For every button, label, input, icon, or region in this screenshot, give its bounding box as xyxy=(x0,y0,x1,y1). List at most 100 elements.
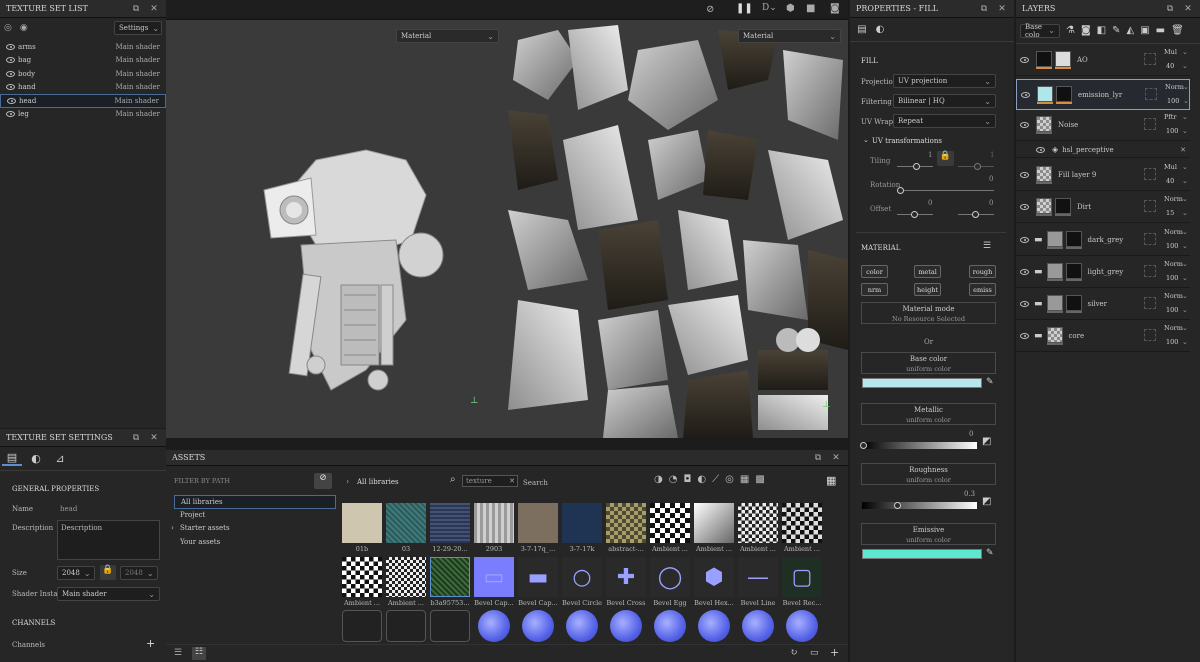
eye-icon[interactable] xyxy=(1020,57,1029,63)
chevron-down-icon[interactable]: ⌄ xyxy=(1182,48,1188,56)
eye-icon[interactable]: ◉ xyxy=(20,23,28,33)
filter-icon[interactable]: ◐ xyxy=(697,474,712,485)
texture-set-row[interactable]: body Main shader xyxy=(0,67,166,81)
layer-row[interactable]: emission_lyr Norm ⌄ 100 ⌄ xyxy=(1016,79,1190,110)
add-effect-icon[interactable]: ⚗ xyxy=(1066,25,1075,36)
eye-icon[interactable] xyxy=(1020,333,1029,339)
opacity-value[interactable]: 40 xyxy=(1166,62,1174,70)
material-channel-emiss-button[interactable]: emiss xyxy=(969,283,996,296)
asset-thumbnail[interactable]: Ambient ... xyxy=(650,503,690,553)
shader-tab-icon[interactable]: ◐ xyxy=(26,452,46,465)
uv-texture-map[interactable] xyxy=(508,20,848,438)
add-paint-layer-icon[interactable]: ✎ xyxy=(1112,25,1120,36)
layer-options-box[interactable] xyxy=(1144,53,1156,65)
asset-thumbnail[interactable] xyxy=(430,610,470,644)
shader-instance-dropdown[interactable]: Main shader xyxy=(57,587,160,601)
asset-thumbnail[interactable]: ○ Bevel Circle xyxy=(562,557,602,607)
brush-filter-icon[interactable]: ⟋ xyxy=(712,474,725,485)
close-icon[interactable]: ✕ xyxy=(830,453,842,463)
layer-row[interactable]: ▬ core Norm ⌄ 100 ⌄ xyxy=(1016,321,1190,352)
material-menu-icon[interactable]: ☰ xyxy=(983,241,991,251)
base-color-swatch[interactable] xyxy=(862,378,982,388)
asset-thumbnail[interactable]: 3-7-17k xyxy=(562,503,602,553)
environment-filter-icon[interactable]: ▩ xyxy=(755,474,770,485)
opacity-value[interactable]: 100 xyxy=(1166,338,1178,346)
eye-icon[interactable] xyxy=(1020,172,1029,178)
tiling-slider-2[interactable] xyxy=(958,163,994,170)
opacity-value[interactable]: 100 xyxy=(1167,97,1179,105)
eye-icon[interactable] xyxy=(1020,122,1029,128)
eye-icon[interactable] xyxy=(1020,204,1029,210)
eye-icon[interactable] xyxy=(1036,146,1045,153)
texture-set-row[interactable]: arms Main shader xyxy=(0,40,166,54)
assets-nav-item[interactable]: All libraries xyxy=(174,495,336,509)
asset-thumbnail[interactable]: 12-29-20... xyxy=(430,503,470,553)
size-dropdown-2[interactable]: 2048 xyxy=(120,566,158,580)
asset-thumbnail[interactable]: Ambient ... xyxy=(782,503,822,553)
rotation-slider[interactable] xyxy=(897,187,994,194)
material-channel-nrm-button[interactable]: nrm xyxy=(861,283,888,296)
visibility-add-icon[interactable]: ◎ xyxy=(4,23,12,33)
particle-filter-icon[interactable]: ◎ xyxy=(725,474,740,485)
chevron-down-icon[interactable]: ⌄ xyxy=(1182,338,1188,346)
chevron-down-icon[interactable]: ⌄ xyxy=(1183,97,1189,105)
texture-set-row[interactable]: bag Main shader xyxy=(0,54,166,68)
asset-thumbnail[interactable] xyxy=(562,610,602,644)
asset-thumbnail[interactable] xyxy=(650,610,690,644)
uv-transformations-heading[interactable]: UV transformations xyxy=(872,137,942,145)
blend-mode[interactable]: Norm xyxy=(1164,292,1183,300)
assets-nav-item[interactable]: Your assets xyxy=(174,536,336,550)
texture-slot-icon[interactable]: ◩ xyxy=(982,436,991,447)
asset-thumbnail[interactable]: b3a95753... xyxy=(430,557,470,607)
smart-material-filter-icon[interactable]: ◔ xyxy=(669,474,684,485)
eye-icon[interactable] xyxy=(1020,301,1029,307)
metallic-slider[interactable] xyxy=(860,442,977,449)
add-fill-layer-icon[interactable]: ◭ xyxy=(1127,25,1135,36)
eye-icon[interactable] xyxy=(6,111,15,118)
asset-thumbnail[interactable]: ▬ Bevel Cap... xyxy=(518,557,558,607)
asset-thumbnail[interactable] xyxy=(782,610,822,644)
layer-row[interactable]: Fill layer 9 Mul ⌄ 40 ⌄ xyxy=(1016,160,1190,191)
clear-search-icon[interactable]: ✕ xyxy=(509,476,515,487)
grid-view-icon[interactable]: ▦ xyxy=(826,474,836,487)
asset-thumbnail[interactable]: 3-7-17q_... xyxy=(518,503,558,553)
lock-icon[interactable]: 🔒 xyxy=(100,565,116,580)
offset-slider-2[interactable] xyxy=(958,211,994,218)
blend-mode[interactable]: Norm xyxy=(1164,324,1183,332)
close-icon[interactable]: ✕ xyxy=(1182,4,1194,14)
undock-icon[interactable]: ⧉ xyxy=(130,433,142,443)
texture-filter-icon[interactable]: ◘ xyxy=(683,474,697,485)
emissive-box[interactable]: Emissive uniform color xyxy=(861,523,996,545)
blend-mode[interactable]: Norm xyxy=(1164,260,1183,268)
asset-thumbnail[interactable]: Ambient ... xyxy=(386,557,426,607)
uv-tab-icon[interactable]: ⊿ xyxy=(50,452,70,465)
layer-row[interactable]: AO Mul ⌄ 40 ⌄ xyxy=(1016,45,1190,76)
offset-slider-1[interactable] xyxy=(897,211,933,218)
layer-row[interactable]: ▬ light_grey Norm ⌄ 100 ⌄ xyxy=(1016,257,1190,288)
asset-thumbnail[interactable]: 01b xyxy=(342,503,382,553)
base-color-box[interactable]: Base color uniform color xyxy=(861,352,996,374)
roughness-slider[interactable] xyxy=(862,502,977,509)
opacity-value[interactable]: 40 xyxy=(1166,177,1174,185)
chevron-down-icon[interactable]: ⌄ xyxy=(1182,228,1188,236)
layer-row[interactable]: ◈ hsl_perceptive ✕ xyxy=(1016,142,1190,158)
chevron-down-icon[interactable]: ⌄ xyxy=(1182,242,1188,250)
eye-icon[interactable] xyxy=(6,57,15,64)
robot-head-model[interactable] xyxy=(166,20,508,438)
chevron-down-icon[interactable]: ⌄ xyxy=(1182,113,1188,121)
undock-icon[interactable]: ⧉ xyxy=(1164,4,1176,14)
viewport-3d[interactable]: Material ⊥ xyxy=(166,20,508,438)
video-icon[interactable]: ■ xyxy=(806,3,815,14)
emissive-color-swatch[interactable] xyxy=(862,549,982,559)
eye-icon[interactable] xyxy=(7,97,16,104)
close-icon[interactable]: ✕ xyxy=(1180,146,1186,154)
layer-options-box[interactable] xyxy=(1144,233,1156,245)
blend-mode[interactable]: Norm xyxy=(1164,228,1183,236)
asset-thumbnail[interactable]: Ambient ... xyxy=(738,503,778,553)
texture-set-row[interactable]: hand Main shader xyxy=(0,81,166,95)
detail-view-icon[interactable]: ☷ xyxy=(192,647,206,660)
eyedropper-icon[interactable]: ✎ xyxy=(986,377,994,387)
texture-set-row[interactable]: leg Main shader xyxy=(0,108,166,122)
viewport-uv[interactable]: Material ⊥ xyxy=(508,20,848,438)
settings-dropdown[interactable]: Settings xyxy=(114,21,162,35)
